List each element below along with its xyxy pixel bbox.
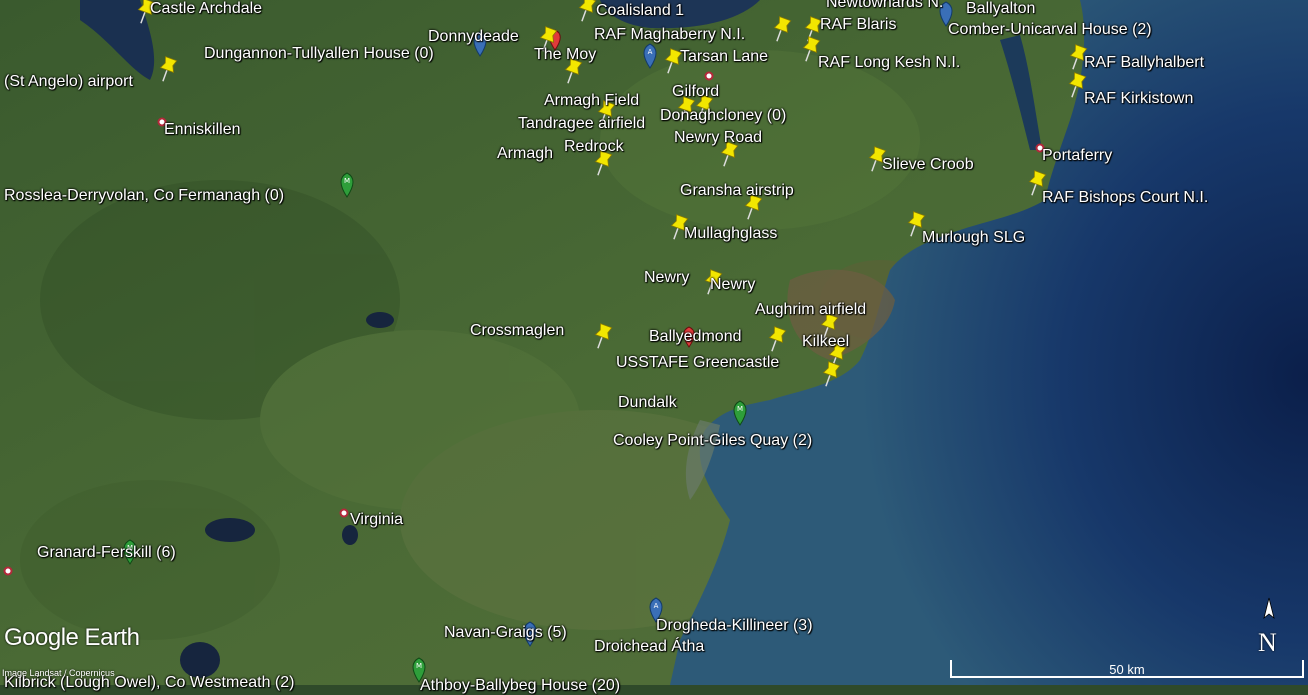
label-navan[interactable]: Navan-Graigs (5)	[444, 624, 567, 642]
compass-north-letter: N	[1258, 628, 1277, 657]
svg-text:M: M	[344, 177, 350, 185]
scale-label: 50 km	[1109, 662, 1145, 677]
label-aughrim[interactable]: Aughrim airfield	[755, 301, 866, 319]
label-newry-2[interactable]: Newry	[710, 276, 755, 294]
svg-text:M: M	[737, 405, 743, 413]
label-newry-1[interactable]: Newry	[644, 269, 689, 287]
label-tandragee[interactable]: Tandragee airfield	[518, 115, 645, 133]
scale-bar: 50 km	[950, 660, 1304, 678]
label-castle-archdale[interactable]: Castle Archdale	[150, 0, 262, 18]
label-portaferry[interactable]: Portaferry	[1042, 147, 1112, 165]
label-raf-kirkistown[interactable]: RAF Kirkistown	[1084, 90, 1193, 108]
label-athboy[interactable]: Athboy-Ballybeg House (20)	[420, 677, 620, 695]
label-comber[interactable]: Comber-Unicarval House (2)	[948, 21, 1152, 39]
svg-text:M: M	[416, 662, 422, 670]
label-usstafe[interactable]: USSTAFE Greencastle	[616, 354, 779, 372]
label-mullaghglass[interactable]: Mullaghglass	[684, 225, 777, 243]
label-newry-road[interactable]: Newry Road	[674, 129, 762, 147]
label-tarsan-lane[interactable]: Tarsan Lane	[680, 48, 768, 66]
label-st-angelo[interactable]: (St Angelo) airport	[4, 73, 133, 91]
label-raf-blaris[interactable]: RAF Blaris	[820, 16, 896, 34]
label-donaghcloney[interactable]: Donaghcloney (0)	[660, 107, 786, 125]
label-droichead-atha[interactable]: Droichead Átha	[594, 638, 704, 656]
town-dot-virginia[interactable]	[339, 508, 349, 518]
label-gilford[interactable]: Gilford	[672, 83, 719, 101]
label-armagh[interactable]: Armagh	[497, 145, 553, 163]
label-dundalk[interactable]: Dundalk	[618, 394, 677, 412]
label-coalisland[interactable]: Coalisland 1	[596, 2, 684, 20]
label-drogheda[interactable]: Drogheda-Killineer (3)	[656, 617, 813, 635]
imagery-credit: Image Landsat / Copernicus	[2, 668, 115, 678]
town-dot-gilford[interactable]	[704, 71, 714, 81]
label-redrock[interactable]: Redrock	[564, 138, 624, 156]
label-virginia[interactable]: Virginia	[350, 511, 403, 529]
label-raf-ballyhalbert[interactable]: RAF Ballyhalbert	[1084, 54, 1204, 72]
label-dungannon[interactable]: Dungannon-Tullyallen House (0)	[204, 45, 434, 63]
label-murlough[interactable]: Murlough SLG	[922, 229, 1025, 247]
label-donnydeade[interactable]: Donnydeade	[428, 28, 519, 46]
label-cooley-point[interactable]: Cooley Point-Giles Quay (2)	[613, 432, 812, 450]
label-kilkeel[interactable]: Kilkeel	[802, 333, 849, 351]
label-ballyalton[interactable]: Ballyalton	[966, 0, 1035, 18]
svg-text:A: A	[648, 48, 653, 56]
label-crossmaglen[interactable]: Crossmaglen	[470, 322, 564, 340]
svg-text:A: A	[654, 602, 659, 610]
label-slieve-croob[interactable]: Slieve Croob	[882, 156, 974, 174]
google-earth-logo: Google Earth	[4, 624, 140, 651]
label-ballyedmond[interactable]: Ballyedmond	[649, 328, 742, 346]
town-dot-granard[interactable]	[3, 566, 13, 576]
label-newtownards[interactable]: Newtownards N.	[826, 0, 943, 12]
label-enniskillen[interactable]: Enniskillen	[164, 121, 240, 139]
label-gransha[interactable]: Gransha airstrip	[680, 182, 794, 200]
label-raf-long-kesh[interactable]: RAF Long Kesh N.I.	[818, 54, 960, 72]
label-raf-maghaberry[interactable]: RAF Maghaberry N.I.	[594, 26, 745, 44]
label-granard[interactable]: Granard-Ferskill (6)	[37, 544, 176, 562]
label-the-moy[interactable]: The Moy	[534, 46, 596, 64]
label-armagh-field[interactable]: Armagh Field	[544, 92, 639, 110]
label-raf-bishops-court[interactable]: RAF Bishops Court N.I.	[1042, 189, 1208, 207]
label-rosslea[interactable]: Rosslea-Derryvolan, Co Fermanagh (0)	[4, 187, 284, 205]
